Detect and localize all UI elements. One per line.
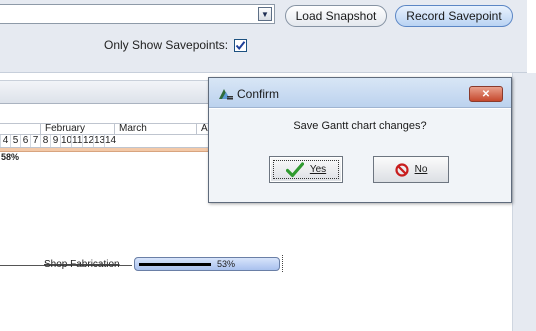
task-bar-shop-fabrication[interactable]: 53%	[134, 257, 280, 271]
task-percent: 53%	[217, 259, 236, 269]
checkmark-icon	[235, 40, 246, 50]
month-label: February	[40, 123, 114, 135]
only-show-savepoints-label: Only Show Savepoints:	[104, 38, 229, 52]
no-button[interactable]: No	[373, 156, 449, 183]
no-label: No	[414, 164, 428, 175]
day-label: 5	[10, 135, 20, 147]
record-savepoint-label: Record Savepoint	[406, 9, 502, 23]
day-label: 12	[82, 135, 95, 147]
app-logo-icon	[219, 89, 233, 100]
load-snapshot-label: Load Snapshot	[295, 9, 377, 23]
record-savepoint-button[interactable]: Record Savepoint	[395, 5, 513, 27]
no-entry-icon	[394, 162, 409, 177]
day-label: 4	[0, 135, 10, 147]
dialog-titlebar[interactable]: Confirm ✕	[209, 78, 511, 108]
toolbar-panel: ▼ Load Snapshot Record Savepoint Only Sh…	[0, 0, 527, 73]
close-button[interactable]: ✕	[469, 86, 503, 102]
month-label: March	[114, 123, 196, 135]
only-show-savepoints-checkbox[interactable]	[234, 38, 248, 52]
day-label: 9	[50, 135, 60, 147]
day-label: 7	[30, 135, 40, 147]
day-label: 11	[71, 135, 83, 147]
day-label: 14	[104, 135, 117, 147]
task-progress-fill	[139, 263, 211, 266]
dialog-body: Save Gantt chart changes? Yes No	[209, 109, 511, 202]
chevron-down-icon[interactable]: ▼	[258, 7, 272, 21]
load-snapshot-button[interactable]: Load Snapshot	[285, 5, 387, 27]
day-label: 8	[40, 135, 50, 147]
close-icon: ✕	[481, 88, 491, 100]
yes-button[interactable]: Yes	[269, 156, 343, 183]
snapshot-select[interactable]: ▼	[0, 4, 275, 24]
day-label: 6	[20, 135, 30, 147]
dialog-message: Save Gantt chart changes?	[293, 120, 427, 132]
dialog-title: Confirm	[237, 87, 280, 101]
vertical-scrollbar[interactable]	[512, 73, 536, 331]
window-edge	[527, 0, 536, 73]
summary-percent: 58%	[1, 152, 20, 162]
task-name-shop-fabrication: Shop Fabrication	[44, 259, 120, 270]
only-show-savepoints-row: Only Show Savepoints:	[104, 37, 248, 53]
confirm-dialog: Confirm ✕ Save Gantt chart changes? Yes …	[208, 77, 512, 203]
task-end-marker	[282, 255, 283, 272]
day-label: 13	[93, 135, 106, 147]
day-label: 10	[60, 135, 73, 147]
focus-ring	[273, 160, 339, 179]
